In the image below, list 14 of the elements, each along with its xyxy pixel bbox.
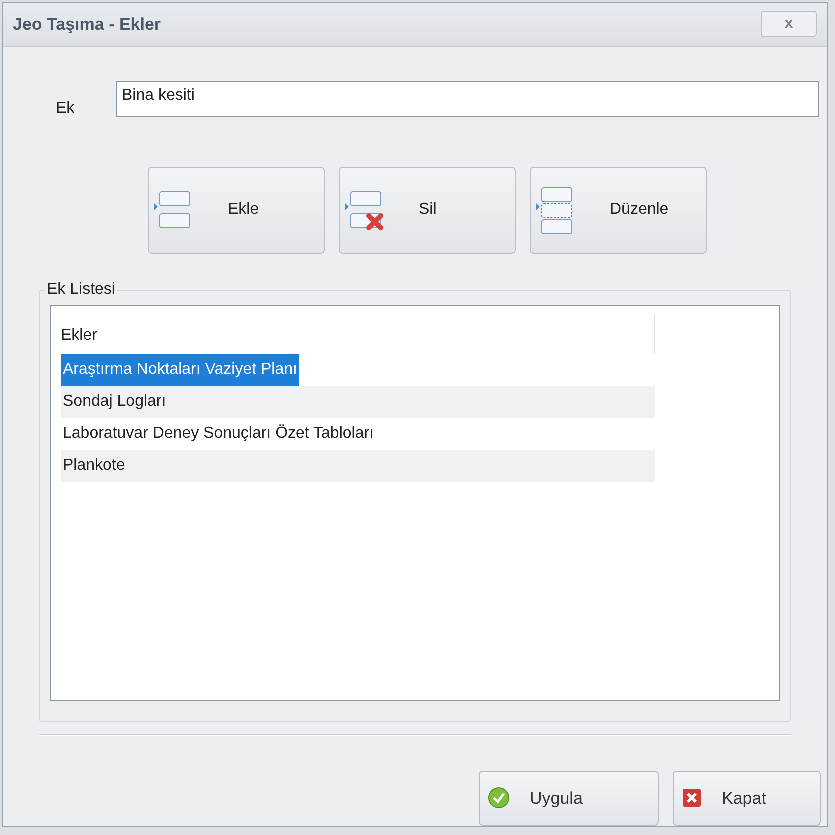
list-row[interactable]: Sondaj Logları bbox=[61, 386, 168, 418]
check-icon bbox=[488, 787, 510, 810]
list-row[interactable]: Araştırma Noktaları Vaziyet Planı bbox=[61, 354, 300, 386]
attachment-field[interactable]: Bina kesiti bbox=[116, 80, 819, 117]
dialog-button[interactable]: Uygula bbox=[479, 770, 659, 826]
toolbar-button[interactable]: Düzenle bbox=[530, 166, 707, 254]
toolbar-button[interactable]: Ekle bbox=[148, 166, 325, 254]
list-row[interactable]: Plankote bbox=[61, 450, 128, 482]
close-icon bbox=[682, 788, 702, 808]
field-label: Ek bbox=[56, 98, 76, 119]
dialog-button[interactable]: Kapat bbox=[673, 770, 821, 826]
list-row[interactable]: Laboratuvar Deney Sonuçları Özet Tabloları bbox=[61, 418, 376, 450]
toolbar-button[interactable]: Sil bbox=[339, 166, 516, 254]
window-title: Jeo Taşıma - Ekler bbox=[13, 14, 162, 36]
